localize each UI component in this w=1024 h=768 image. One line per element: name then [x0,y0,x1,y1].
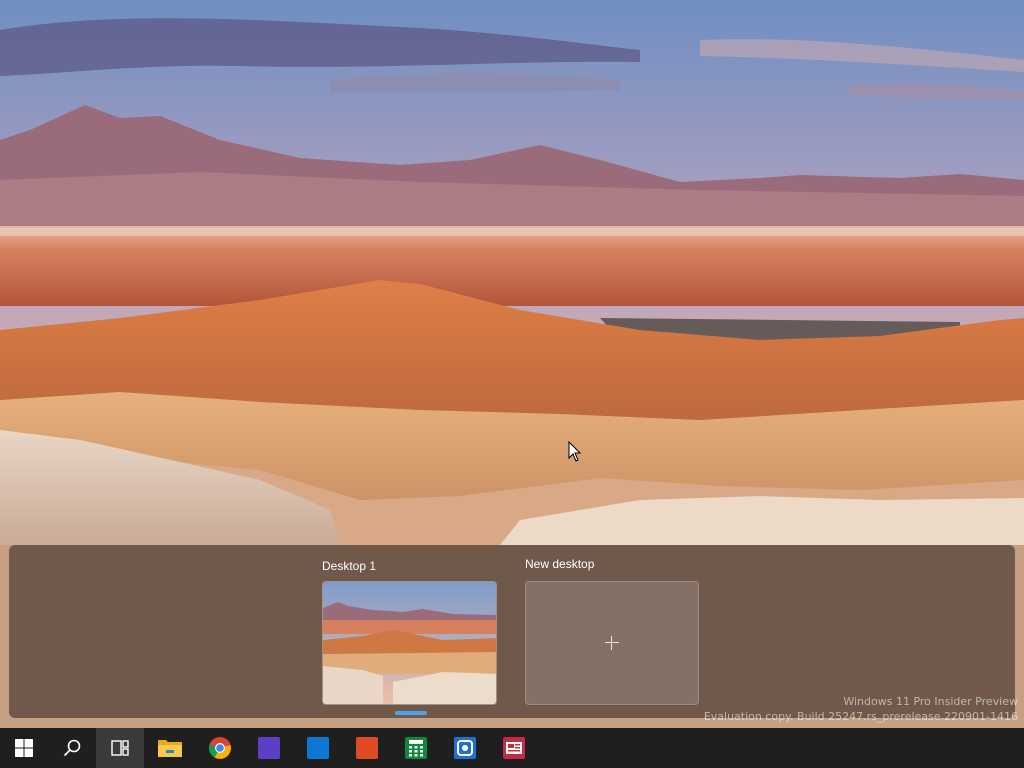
taskbar-snipping-tool[interactable] [441,728,489,768]
desktop-1-preview[interactable] [322,581,497,705]
task-view-button[interactable] [96,728,144,768]
active-desktop-indicator [395,711,427,715]
taskbar-app-orange[interactable] [343,728,391,768]
taskbar [0,728,1024,768]
taskbar-app-blue[interactable] [294,728,342,768]
search-button[interactable] [48,728,96,768]
watermark-build: Evaluation copy. Build 25247.rs_prerelea… [703,710,1018,723]
app-icon [307,737,329,759]
calculator-icon [405,737,427,759]
new-desktop-label: New desktop [525,557,595,571]
new-desktop-button[interactable] [525,581,699,705]
taskbar-app-purple[interactable] [245,728,293,768]
task-view-icon [111,740,129,756]
taskbar-chrome[interactable] [196,728,244,768]
chrome-icon [208,737,231,759]
app-icon [258,737,280,759]
taskbar-file-explorer[interactable] [146,728,194,768]
desktop-1-label: Desktop 1 [322,559,377,573]
news-icon [503,737,525,759]
watermark-edition: Windows 11 Pro Insider Preview [843,695,1018,708]
evaluation-watermark: Windows 11 Pro Insider Preview Evaluatio… [704,694,1018,724]
app-icon [356,737,378,759]
plus-icon [605,636,619,650]
mouse-cursor-icon [568,440,582,468]
file-explorer-icon [158,740,182,757]
snipping-tool-icon [454,737,476,759]
windows-start-icon [15,739,33,757]
taskbar-calculator[interactable] [392,728,440,768]
search-icon [63,739,81,757]
taskbar-news[interactable] [490,728,538,768]
virtual-desktops-flyout: Desktop 1 New desktop [9,545,1015,718]
start-button[interactable] [0,728,48,768]
